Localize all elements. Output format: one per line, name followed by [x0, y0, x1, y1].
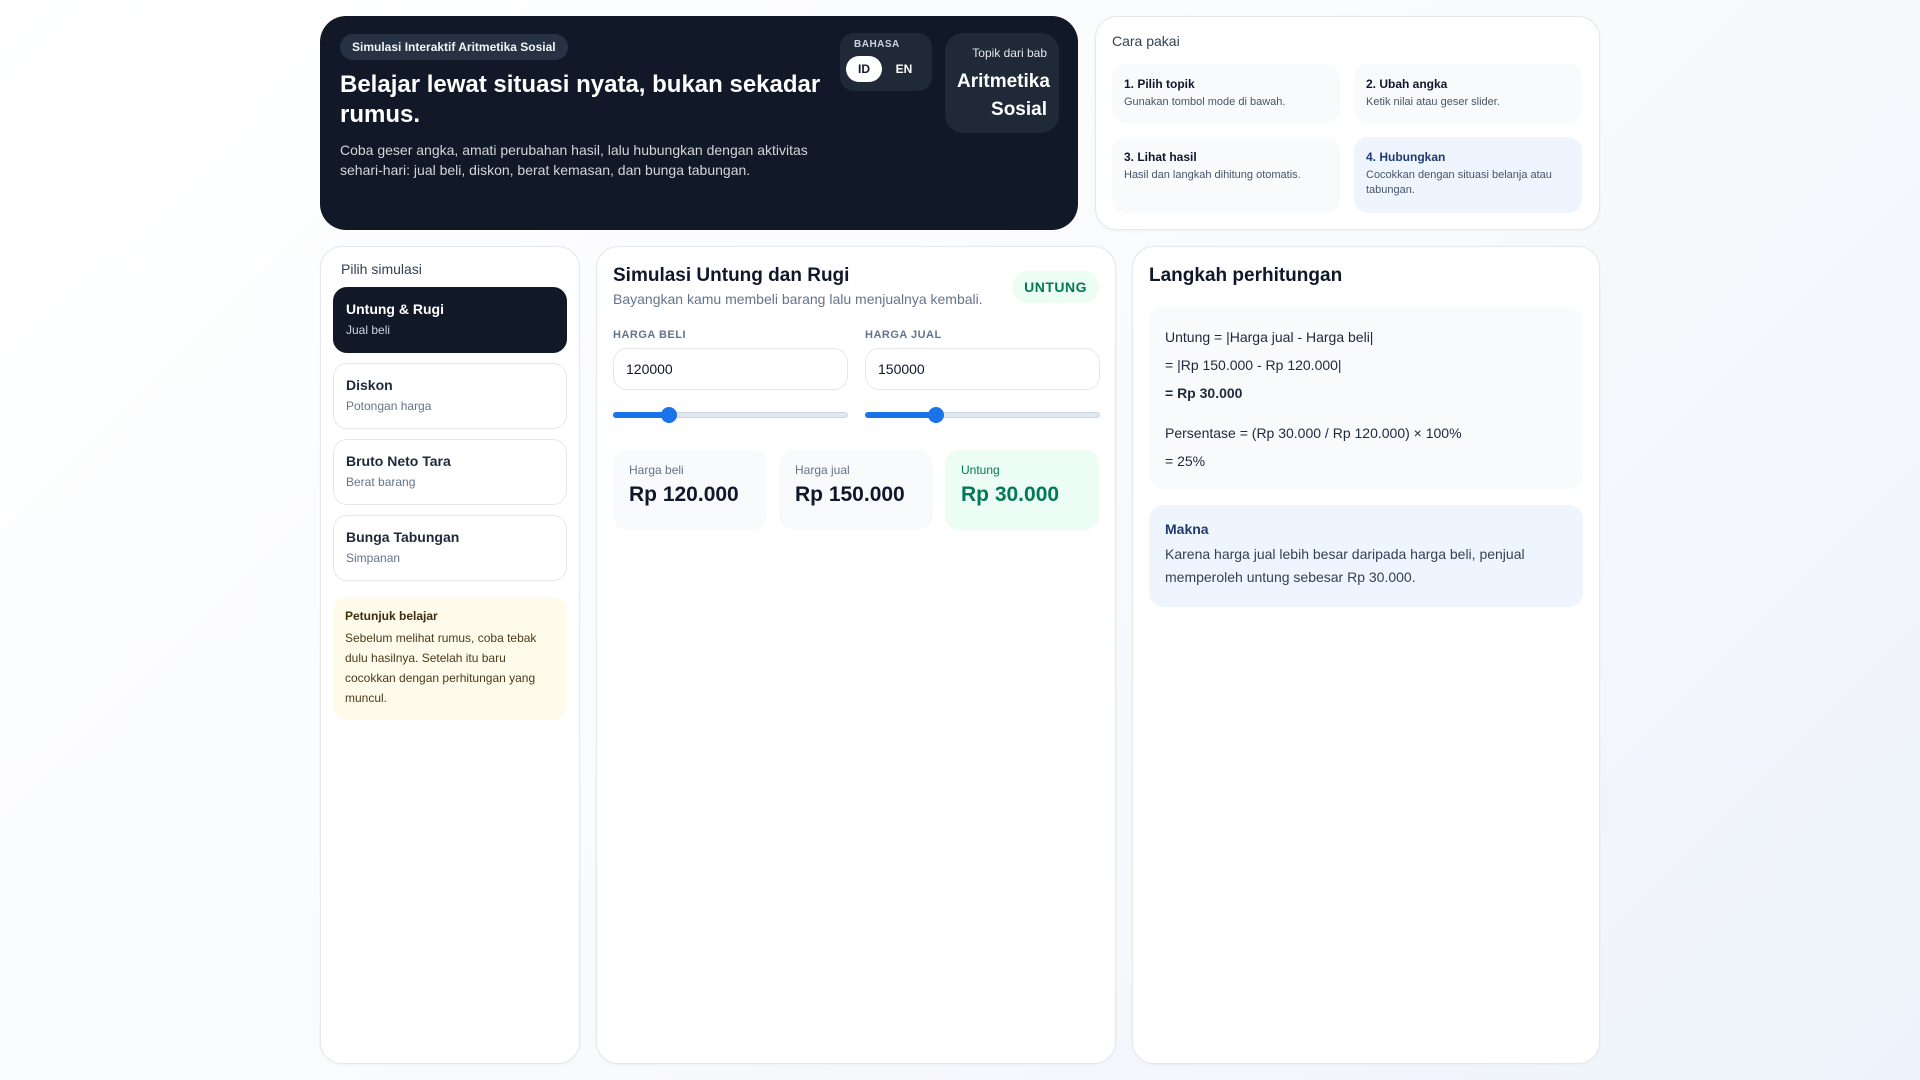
meaning-title: Makna — [1165, 521, 1209, 537]
step-description: Ketik nilai atau geser slider. — [1366, 96, 1500, 108]
sim-item-subtitle: Jual beli — [346, 323, 391, 337]
calculation-spacer — [1165, 407, 1567, 419]
step-title: 1. Pilih topik — [1124, 77, 1195, 91]
topic-caption: Topik dari bab — [972, 46, 1047, 60]
learning-tip-text: Sebelum melihat rumus, coba tebak dulu h… — [345, 631, 537, 705]
hero-badge: Simulasi Interaktif Aritmetika Sosial — [340, 34, 568, 60]
result-value: Rp 120.000 — [629, 483, 739, 506]
sim-item-title: Bunga Tabungan — [346, 529, 460, 545]
calculation-line: Untung = |Harga jual - Harga beli| — [1165, 329, 1374, 345]
how-to-title: Cara pakai — [1112, 33, 1180, 49]
topic-name: Aritmetika Sosial — [957, 71, 1050, 120]
sim-item-subtitle: Potongan harga — [346, 399, 432, 413]
result-label: Harga beli — [629, 463, 684, 477]
step-description: Gunakan tombol mode di bawah. — [1124, 96, 1286, 108]
harga-beli-slider[interactable] — [613, 406, 848, 423]
language-id-button[interactable]: ID — [846, 56, 882, 82]
meaning-text: Karena harga jual lebih besar daripada h… — [1165, 546, 1525, 585]
status-badge: UNTUNG — [1012, 271, 1099, 303]
calculation-result-line: = Rp 30.000 — [1165, 385, 1243, 401]
harga-jual-slider[interactable] — [865, 406, 1100, 423]
result-value: Rp 30.000 — [961, 483, 1060, 506]
sim-item-subtitle: Berat barang — [346, 475, 416, 489]
how-to-step: 3. Lihat hasil Hasil dan langkah dihitun… — [1112, 137, 1340, 213]
calculation-title: Langkah perhitungan — [1149, 265, 1343, 286]
language-switcher: BAHASA ID EN — [840, 33, 932, 91]
sim-item-title: Bruto Neto Tara — [346, 453, 451, 469]
meaning-box: Makna Karena harga jual lebih besar dari… — [1149, 505, 1583, 607]
slider-thumb[interactable] — [927, 407, 944, 423]
calculation-panel: Langkah perhitungan Untung = |Harga jual… — [1132, 246, 1600, 1064]
hero-banner: Simulasi Interaktif Aritmetika Sosial Be… — [320, 16, 1078, 230]
sim-item-untung-rugi[interactable]: Untung & Rugi Jual beli — [333, 287, 567, 353]
result-cards: Harga beli Rp 120.000 Harga jual Rp 150.… — [613, 450, 1099, 530]
harga-jual-input[interactable] — [865, 348, 1100, 390]
sim-item-title: Diskon — [346, 377, 393, 393]
how-to-card: Cara pakai 1. Pilih topik Gunakan tombol… — [1095, 16, 1600, 230]
result-harga-jual: Harga jual Rp 150.000 — [779, 450, 933, 530]
sim-item-subtitle: Simpanan — [346, 551, 401, 565]
learning-tip: Petunjuk belajar Sebelum melihat rumus, … — [333, 597, 567, 720]
slider-thumb[interactable] — [661, 407, 678, 423]
harga-beli-input[interactable] — [613, 348, 848, 390]
sim-item-title: Untung & Rugi — [346, 301, 444, 317]
language-label: BAHASA — [854, 39, 900, 50]
step-description: Hasil dan langkah dihitung otomatis. — [1124, 169, 1301, 181]
language-en-button[interactable]: EN — [886, 56, 922, 82]
step-title: 4. Hubungkan — [1366, 150, 1446, 164]
how-to-step-highlighted: 4. Hubungkan Cocokkan dengan situasi bel… — [1354, 137, 1582, 213]
hero-description: Coba geser angka, amati perubahan hasil,… — [340, 142, 808, 178]
how-to-step: 2. Ubah angka Ketik nilai atau geser sli… — [1354, 64, 1582, 123]
calculation-box: Untung = |Harga jual - Harga beli| = |Rp… — [1149, 307, 1583, 489]
simulation-panel: Simulasi Untung dan Rugi Bayangkan kamu … — [596, 246, 1116, 1064]
how-to-step: 1. Pilih topik Gunakan tombol mode di ba… — [1112, 64, 1340, 123]
sim-item-bruto-neto-tara[interactable]: Bruto Neto Tara Berat barang — [333, 439, 567, 505]
language-toggle: ID EN — [846, 56, 926, 82]
harga-jual-label: HARGA JUAL — [865, 329, 942, 341]
step-title: 3. Lihat hasil — [1124, 150, 1197, 164]
simulation-picker: Pilih simulasi Untung & Rugi Jual beli D… — [320, 246, 580, 1064]
field-harga-jual: HARGA JUAL — [865, 329, 1100, 423]
harga-beli-label: HARGA BELI — [613, 329, 687, 341]
sim-item-diskon[interactable]: Diskon Potongan harga — [333, 363, 567, 429]
input-fields: HARGA BELI HARGA JUAL — [613, 329, 1100, 423]
step-description: Cocokkan dengan situasi belanja atau tab… — [1366, 169, 1552, 196]
result-label: Untung — [961, 463, 1000, 477]
result-untung: Untung Rp 30.000 — [945, 450, 1099, 530]
field-harga-beli: HARGA BELI — [613, 329, 848, 423]
slider-fill — [865, 412, 936, 418]
result-label: Harga jual — [795, 463, 850, 477]
simulation-picker-title: Pilih simulasi — [341, 261, 422, 277]
calculation-line: = |Rp 150.000 - Rp 120.000| — [1165, 357, 1342, 373]
how-to-steps: 1. Pilih topik Gunakan tombol mode di ba… — [1112, 64, 1583, 213]
result-harga-beli: Harga beli Rp 120.000 — [613, 450, 767, 530]
learning-tip-title: Petunjuk belajar — [345, 609, 438, 623]
step-title: 2. Ubah angka — [1366, 77, 1448, 91]
hero-title: Belajar lewat situasi nyata, bukan sekad… — [340, 71, 821, 128]
calculation-line: Persentase = (Rp 30.000 / Rp 120.000) × … — [1165, 425, 1462, 441]
result-value: Rp 150.000 — [795, 483, 905, 506]
sim-item-bunga-tabungan[interactable]: Bunga Tabungan Simpanan — [333, 515, 567, 581]
calculation-line: = 25% — [1165, 453, 1206, 469]
topic-box: Topik dari bab Aritmetika Sosial — [945, 33, 1059, 133]
